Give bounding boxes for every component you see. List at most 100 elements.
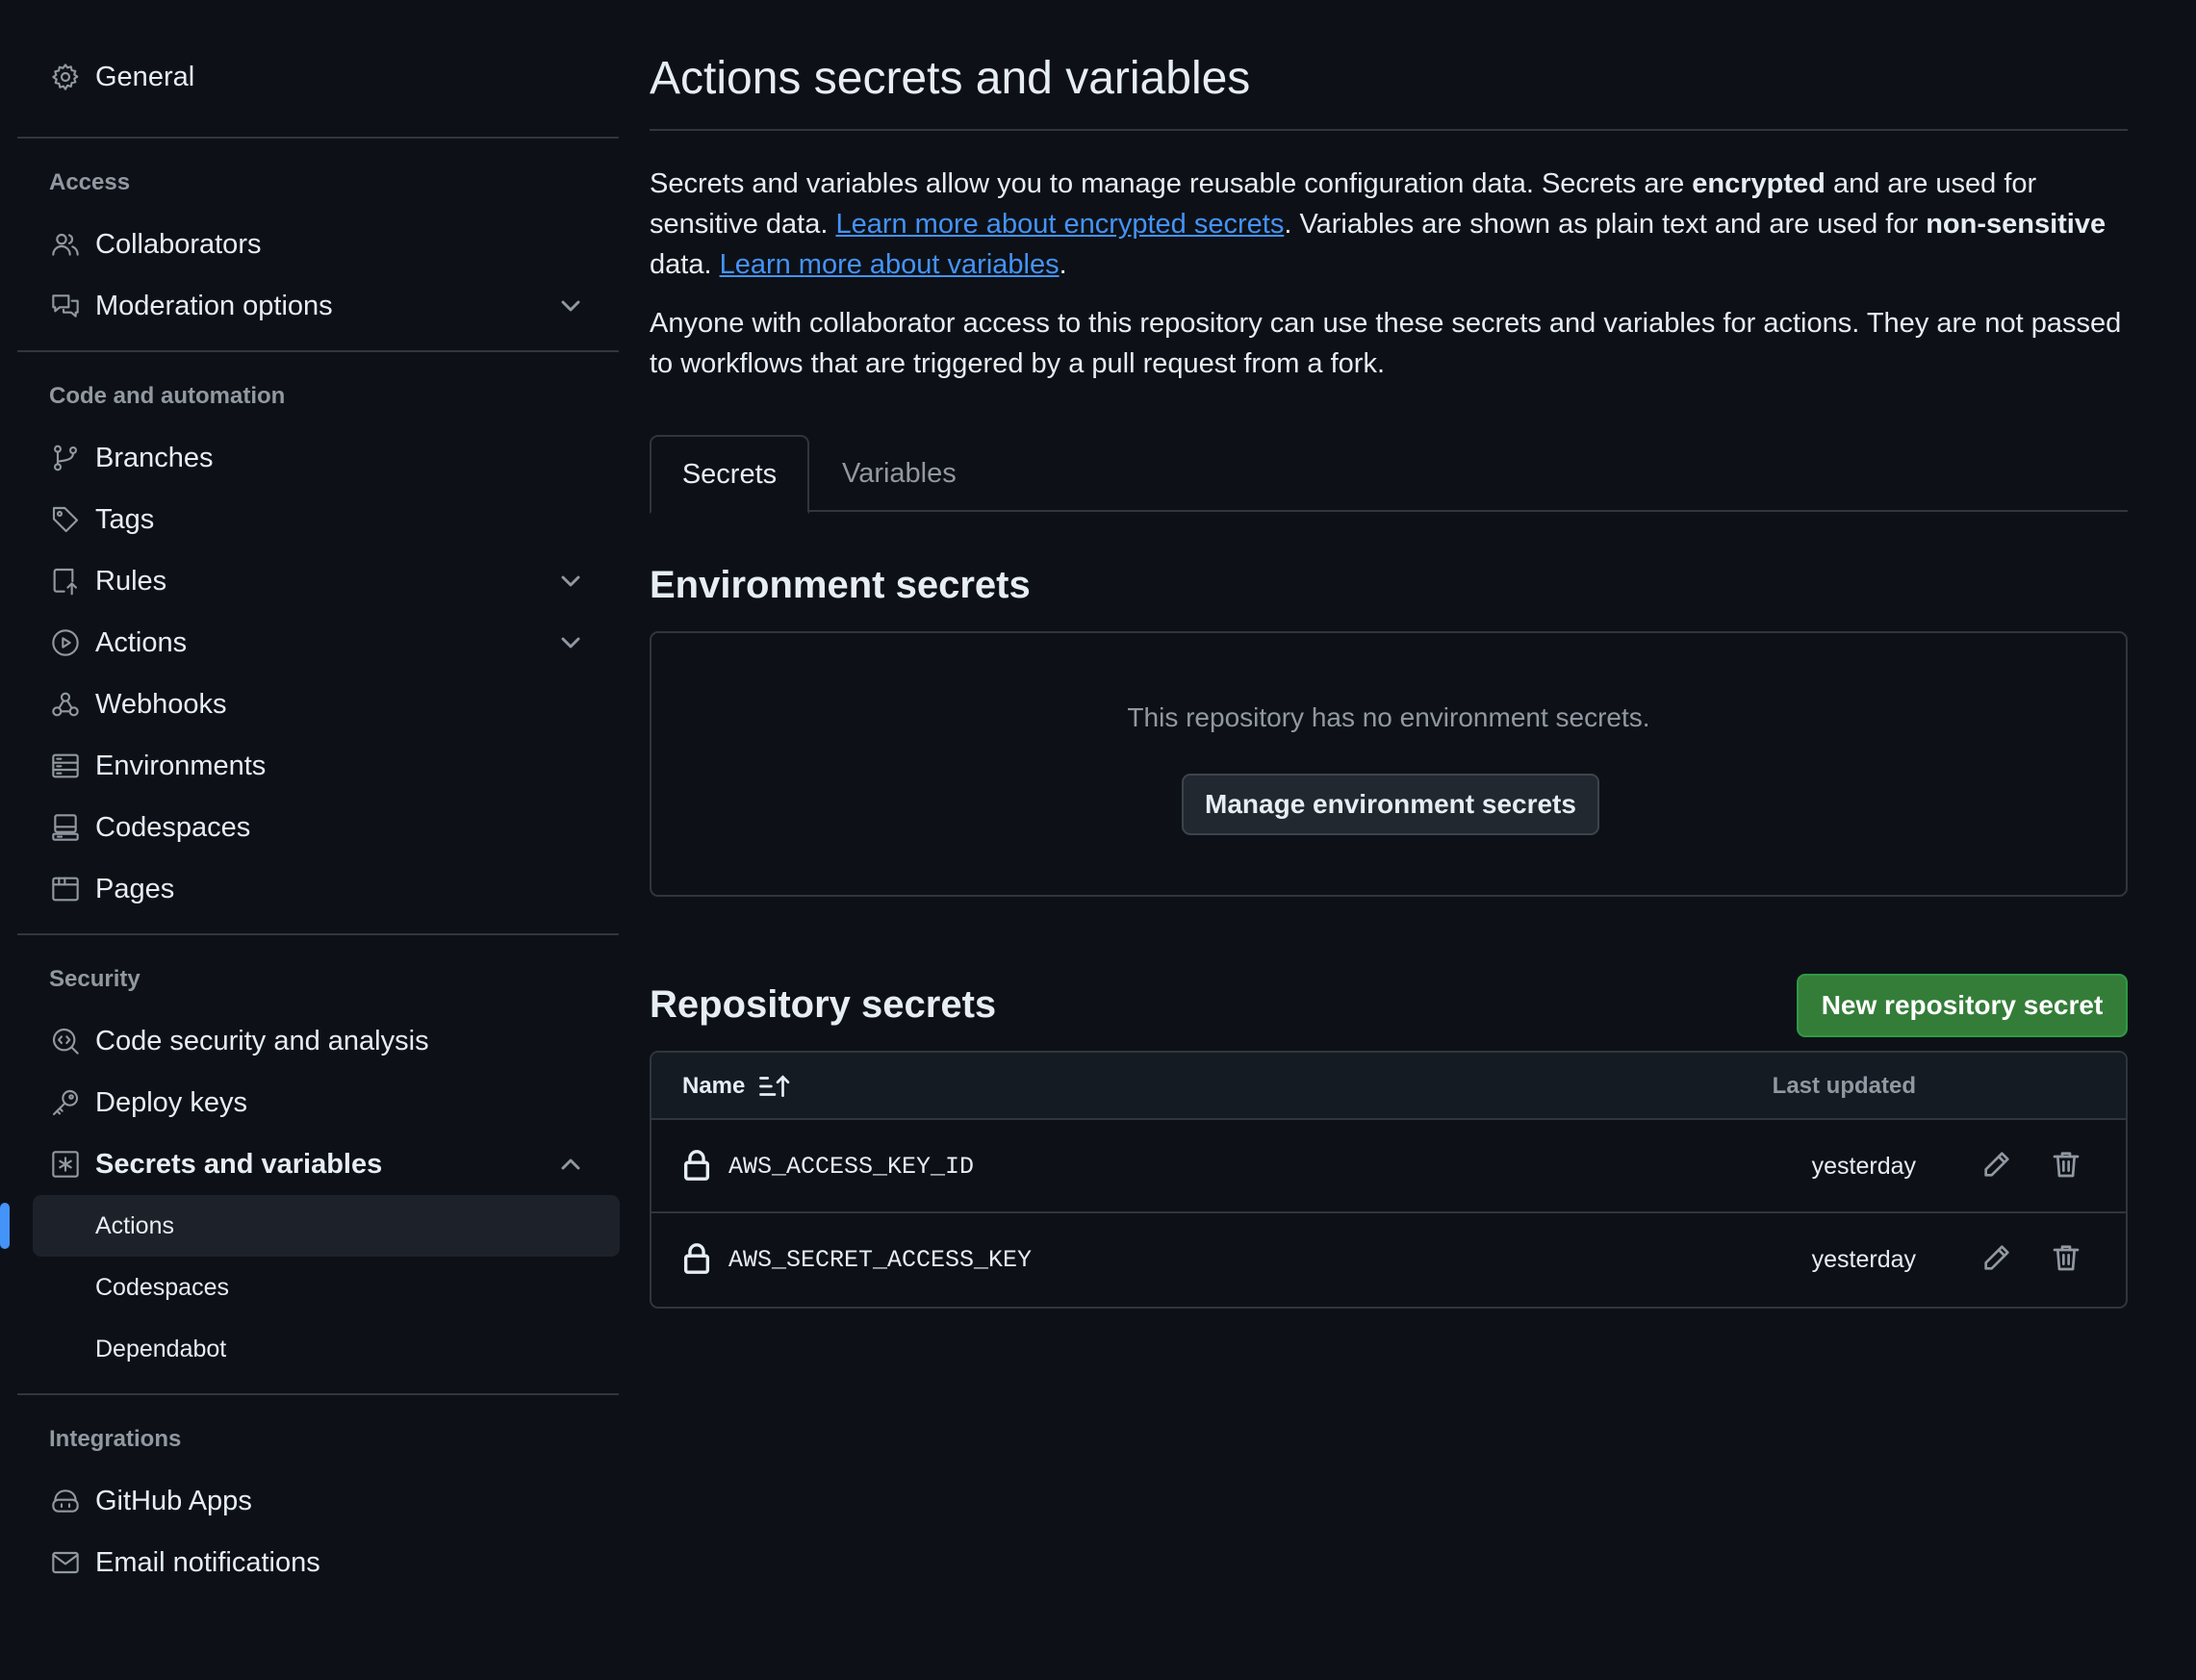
lock-icon	[682, 1149, 711, 1182]
comment-discussion-icon	[49, 290, 82, 322]
sidebar-item-label: Pages	[95, 873, 175, 904]
chevron-down-icon[interactable]	[555, 627, 586, 658]
sidebar-item-label: GitHub Apps	[95, 1485, 252, 1516]
sidebar-item-rules[interactable]: Rules	[17, 550, 619, 612]
browser-icon	[49, 873, 82, 905]
sidebar-divider	[17, 137, 619, 139]
repository-secrets-table: Name Last updated AWS_ACCESS_KEY_ID yest…	[650, 1051, 2128, 1309]
play-icon	[49, 626, 82, 659]
repo-push-icon	[49, 565, 82, 598]
sidebar-subitem-label: Dependabot	[95, 1335, 227, 1362]
chevron-down-icon[interactable]	[555, 566, 586, 597]
copilot-icon	[49, 1485, 82, 1517]
sidebar-heading-security: Security	[49, 966, 140, 992]
sidebar-item-actions[interactable]: Actions	[17, 612, 619, 674]
secret-name: AWS_SECRET_ACCESS_KEY	[728, 1246, 1033, 1274]
sidebar-subitem-actions[interactable]: Actions	[0, 1195, 620, 1257]
sidebar-item-code-security-and-analysis[interactable]: Code security and analysis	[17, 1010, 619, 1072]
column-header-last-updated: Last updated	[1772, 1073, 1916, 1099]
sidebar-item-label: Codespaces	[95, 811, 251, 843]
sidebar-item-webhooks[interactable]: Webhooks	[17, 674, 619, 735]
intro-text: .	[1059, 249, 1067, 280]
sidebar-item-label: Collaborators	[95, 228, 262, 260]
manage-environment-secrets-button[interactable]: Manage environment secrets	[1182, 774, 1599, 835]
tab-bar: Secrets Variables	[650, 435, 2128, 514]
sidebar-item-collaborators[interactable]: Collaborators	[17, 214, 619, 275]
tag-icon	[49, 503, 82, 536]
page-title: Actions secrets and variables	[650, 53, 1251, 104]
intro-paragraph: Secrets and variables allow you to manag…	[650, 164, 2128, 285]
sidebar-item-label: Moderation options	[95, 290, 333, 321]
sidebar-item-label: Email notifications	[95, 1546, 320, 1578]
sidebar-item-label: Webhooks	[95, 688, 227, 720]
new-repository-secret-button[interactable]: New repository secret	[1797, 974, 2128, 1037]
sidebar-item-tags[interactable]: Tags	[17, 489, 619, 550]
mail-icon	[49, 1546, 82, 1579]
settings-page: General Access Collaborators Moderation …	[0, 0, 2196, 1680]
sidebar-item-secrets-and-variables[interactable]: Secrets and variables	[17, 1133, 619, 1195]
trash-icon[interactable]	[2051, 1149, 2085, 1184]
sidebar-item-github-apps[interactable]: GitHub Apps	[17, 1470, 619, 1532]
sidebar-heading-code-and-automation: Code and automation	[49, 383, 286, 409]
lock-icon	[682, 1242, 711, 1275]
intro-text: data.	[650, 249, 720, 280]
tab-variables[interactable]: Variables	[842, 435, 957, 512]
sidebar-item-label: Secrets and variables	[95, 1148, 383, 1180]
sidebar-item-label: Code security and analysis	[95, 1025, 429, 1056]
sidebar-subitem-codespaces[interactable]: Codespaces	[17, 1257, 619, 1318]
sidebar-item-moderation-options[interactable]: Moderation options	[17, 275, 619, 337]
secret-last-updated: yesterday	[1811, 1153, 1916, 1180]
sidebar-item-codespaces[interactable]: Codespaces	[17, 797, 619, 858]
environment-secrets-heading: Environment secrets	[650, 564, 1031, 606]
codescan-icon	[49, 1025, 82, 1057]
sidebar-divider	[17, 350, 619, 352]
column-header-name[interactable]: Name	[682, 1053, 791, 1120]
chevron-down-icon[interactable]	[555, 291, 586, 321]
intro-text: Secrets and variables allow you to manag…	[650, 168, 1693, 199]
sidebar-heading-integrations: Integrations	[49, 1426, 182, 1452]
git-branch-icon	[49, 442, 82, 474]
sidebar-item-label: Actions	[95, 626, 188, 658]
sidebar-item-deploy-keys[interactable]: Deploy keys	[17, 1072, 619, 1133]
sidebar-item-branches[interactable]: Branches	[17, 427, 619, 489]
chevron-up-icon[interactable]	[555, 1149, 586, 1180]
pencil-icon[interactable]	[1981, 1149, 2016, 1184]
environment-secrets-box: This repository has no environment secre…	[650, 631, 2128, 897]
learn-more-variables-link[interactable]: Learn more about variables	[720, 249, 1060, 280]
sidebar-divider	[17, 1393, 619, 1395]
intro-emphasis: non-sensitive	[1926, 209, 2107, 240]
sort-ascending-icon	[759, 1075, 790, 1098]
sidebar-subitem-label: Actions	[95, 1211, 174, 1239]
column-header-label: Name	[682, 1073, 746, 1099]
intro-emphasis: encrypted	[1692, 168, 1826, 199]
sidebar-item-label: Environments	[95, 750, 267, 781]
sidebar-item-label: General	[95, 61, 195, 92]
settings-sidebar: General Access Collaborators Moderation …	[0, 0, 620, 1593]
key-icon	[49, 1086, 82, 1119]
repository-secrets-heading: Repository secrets	[650, 983, 997, 1026]
title-divider	[650, 129, 2128, 131]
table-header: Name Last updated	[651, 1053, 2126, 1120]
table-row: AWS_SECRET_ACCESS_KEY yesterday	[651, 1213, 2126, 1307]
sidebar-item-pages[interactable]: Pages	[17, 858, 619, 920]
learn-more-encrypted-secrets-link[interactable]: Learn more about encrypted secrets	[835, 209, 1284, 240]
sidebar-subitem-dependabot[interactable]: Dependabot	[17, 1318, 619, 1380]
codespaces-icon	[49, 811, 82, 844]
webhook-icon	[49, 688, 82, 721]
trash-icon[interactable]	[2051, 1242, 2085, 1277]
sidebar-item-label: Deploy keys	[95, 1086, 247, 1118]
sidebar-item-label: Rules	[95, 565, 167, 597]
sidebar-heading-access: Access	[49, 169, 131, 195]
empty-state-message: This repository has no environment secre…	[1127, 702, 1650, 732]
sidebar-item-email-notifications[interactable]: Email notifications	[17, 1532, 619, 1593]
server-icon	[49, 750, 82, 782]
gear-icon	[49, 61, 82, 93]
people-icon	[49, 228, 82, 261]
sidebar-item-environments[interactable]: Environments	[17, 735, 619, 797]
secret-name: AWS_ACCESS_KEY_ID	[728, 1153, 975, 1181]
tab-secrets[interactable]: Secrets	[650, 435, 809, 514]
pencil-icon[interactable]	[1981, 1242, 2016, 1277]
sidebar-item-general[interactable]: General	[17, 46, 619, 108]
collaborator-note: Anyone with collaborator access to this …	[650, 308, 2122, 379]
secret-last-updated: yesterday	[1811, 1246, 1916, 1273]
